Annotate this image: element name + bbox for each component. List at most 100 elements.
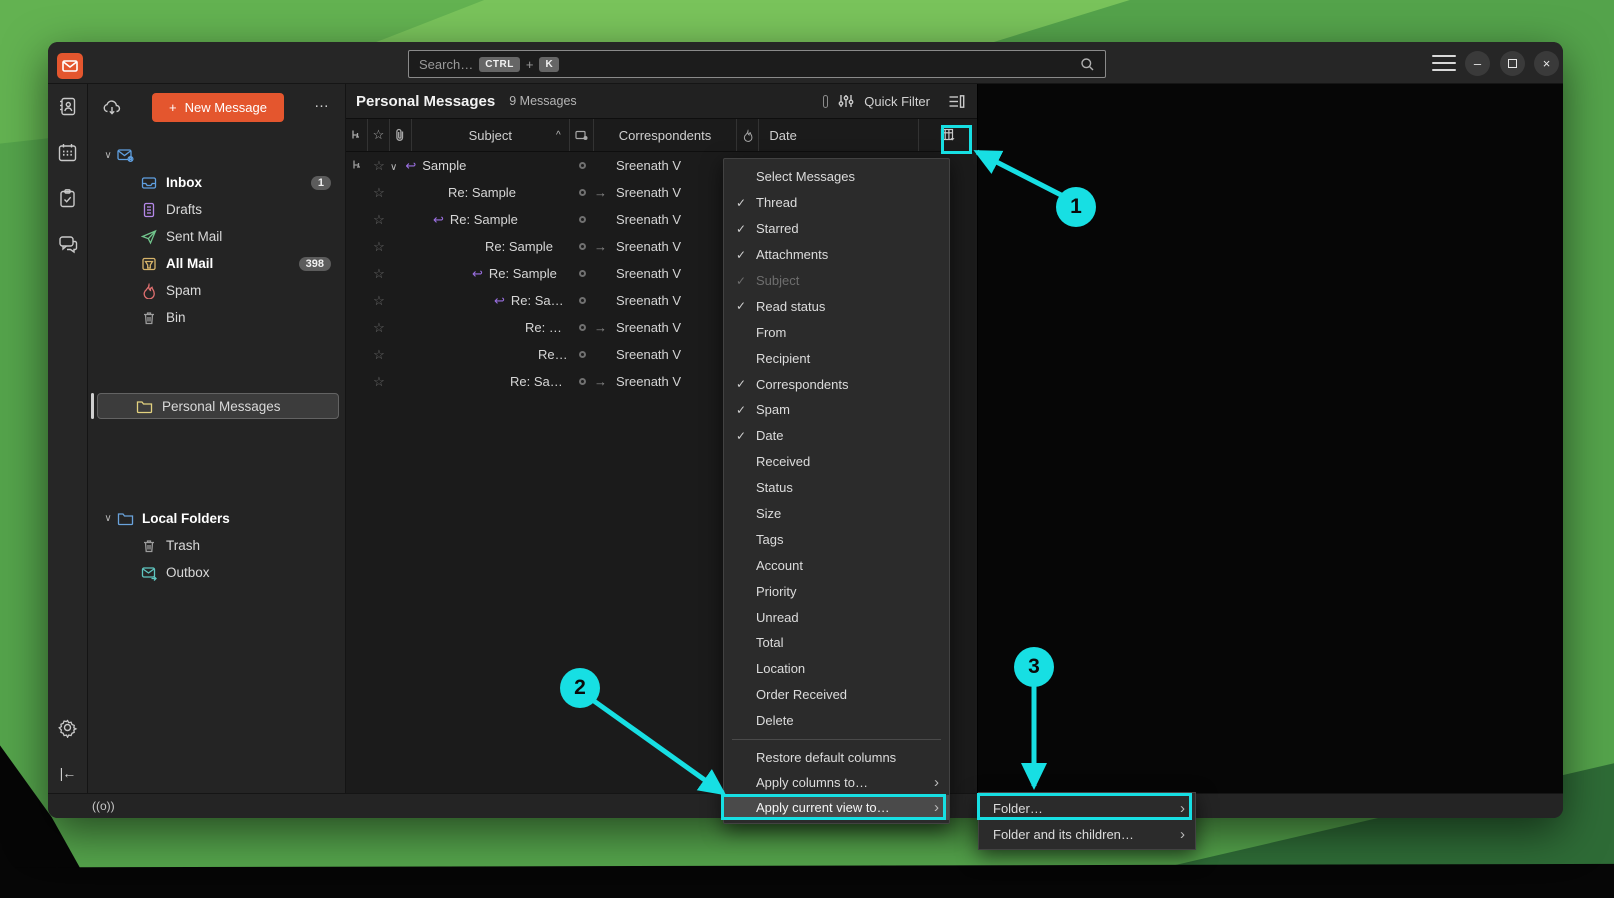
settings-gear-icon[interactable] xyxy=(56,715,80,739)
read-status-dot[interactable] xyxy=(570,189,594,196)
minimize-button[interactable]: – xyxy=(1465,51,1490,76)
thunderbird-logo-icon[interactable] xyxy=(57,53,83,79)
maximize-button[interactable] xyxy=(1500,51,1525,76)
menu-item[interactable]: ✓ Location xyxy=(724,656,949,682)
new-message-button[interactable]: + New Message xyxy=(152,93,284,122)
menu-item[interactable]: ✓ Attachments xyxy=(724,242,949,268)
address-book-icon[interactable] xyxy=(56,94,80,118)
menu-item[interactable]: ✓ Date xyxy=(724,423,949,449)
chevron-down-icon[interactable]: ∨ xyxy=(100,513,116,524)
folder-row-personal-messages-selected[interactable]: Personal Messages xyxy=(97,393,339,419)
star-icon[interactable]: ☆ xyxy=(368,266,390,282)
check-icon: ✓ xyxy=(736,196,756,210)
chat-icon[interactable] xyxy=(56,232,80,256)
menu-item[interactable]: ✓ Account xyxy=(724,552,949,578)
menu-item[interactable]: ✓ Tags xyxy=(724,526,949,552)
subject-cell: ∨↩Re: Sample xyxy=(390,239,570,254)
thread-column-icon[interactable] xyxy=(346,119,368,151)
read-status-dot[interactable] xyxy=(570,216,594,223)
menu-footer-item[interactable]: ✓ Apply columns to… › xyxy=(724,770,949,795)
read-status-dot[interactable] xyxy=(570,297,594,304)
submenu-item-label: Folder… xyxy=(991,801,1043,816)
selection-indicator xyxy=(91,393,94,419)
menu-item[interactable]: ✓ Status xyxy=(724,475,949,501)
menu-item[interactable]: ✓ Correspondents xyxy=(724,371,949,397)
correspondent-name: Sreenath V xyxy=(616,293,681,308)
read-status-dot[interactable] xyxy=(570,324,594,331)
folder-row-drafts[interactable]: Drafts xyxy=(88,196,345,223)
correspondents-column-header[interactable]: Correspondents xyxy=(594,119,738,151)
menu-item[interactable]: ✓ Subject xyxy=(724,268,949,294)
replied-icon: ↩ xyxy=(494,293,505,308)
submenu-item[interactable]: Folder… › xyxy=(979,795,1195,821)
collapse-spaces-icon[interactable]: |← xyxy=(56,761,80,785)
display-options-icon[interactable] xyxy=(948,94,965,109)
read-status-dot[interactable] xyxy=(570,270,594,277)
menu-item[interactable]: ✓ Size xyxy=(724,501,949,527)
starred-column-icon[interactable]: ☆ xyxy=(368,119,390,151)
correspondent-name: Sreenath V xyxy=(616,266,681,281)
menu-item[interactable]: ✓ Thread xyxy=(724,190,949,216)
read-status-dot[interactable] xyxy=(570,378,594,385)
folder-row-all-mail[interactable]: All Mail 398 xyxy=(88,250,345,277)
attachments-column-icon[interactable] xyxy=(390,119,412,151)
menu-footer-item[interactable]: ✓ Restore default columns › xyxy=(724,745,949,770)
menu-item[interactable]: ✓ Unread xyxy=(724,604,949,630)
date-column-header[interactable]: Date xyxy=(759,119,919,151)
menu-item-label: Starred xyxy=(756,221,799,236)
tasks-icon[interactable] xyxy=(56,186,80,210)
thread-expander-icon[interactable]: ∨ xyxy=(390,162,397,173)
chevron-down-icon[interactable]: ∨ xyxy=(100,150,116,161)
submenu-item-label: Folder and its children… xyxy=(991,827,1134,842)
star-icon[interactable]: ☆ xyxy=(368,347,390,363)
menu-item[interactable]: ✓ Total xyxy=(724,630,949,656)
star-icon[interactable]: ☆ xyxy=(368,293,390,309)
star-icon[interactable]: ☆ xyxy=(368,158,390,174)
folder-pane-options-icon[interactable]: … xyxy=(314,94,329,111)
read-status-dot[interactable] xyxy=(570,243,594,250)
folder-row-inbox[interactable]: Inbox 1 xyxy=(88,169,345,196)
menu-item[interactable]: ✓ From xyxy=(724,319,949,345)
header-handle-icon xyxy=(823,95,828,108)
folder-row-bin[interactable]: Bin xyxy=(88,304,345,331)
star-icon[interactable]: ☆ xyxy=(368,320,390,336)
menu-footer-item[interactable]: ✓ Apply current view to… › xyxy=(724,795,949,820)
star-icon[interactable]: ☆ xyxy=(368,185,390,201)
read-status-dot[interactable] xyxy=(570,162,594,169)
star-icon[interactable]: ☆ xyxy=(368,374,390,390)
app-menu-button[interactable] xyxy=(1432,55,1456,71)
quick-filter-icon[interactable] xyxy=(838,93,854,109)
menu-item[interactable]: ✓ Priority xyxy=(724,578,949,604)
subject-text: Re: Sample xyxy=(450,212,518,227)
close-button[interactable]: × xyxy=(1534,51,1559,76)
folder-row-outbox[interactable]: Outbox xyxy=(88,559,345,586)
menu-item-label: From xyxy=(756,325,786,340)
menu-item[interactable]: ✓ Starred xyxy=(724,216,949,242)
menu-item[interactable]: ✓ Recipient xyxy=(724,345,949,371)
subject-column-header[interactable]: Subject ^ xyxy=(412,119,570,151)
local-folders-root-row[interactable]: ∨ Local Folders xyxy=(88,505,345,532)
menu-item[interactable]: ✓ Delete xyxy=(724,708,949,734)
read-status-dot[interactable] xyxy=(570,351,594,358)
local-folders-tree: ∨ Local Folders Trash Outbox xyxy=(88,505,345,586)
spam-column-icon[interactable] xyxy=(737,119,759,151)
menu-item[interactable]: ✓ Received xyxy=(724,449,949,475)
account-root-row[interactable]: ∨ xyxy=(88,142,345,169)
folder-row-trash[interactable]: Trash xyxy=(88,532,345,559)
menu-item-label: Account xyxy=(756,558,803,573)
star-icon[interactable]: ☆ xyxy=(368,212,390,228)
quick-filter-label[interactable]: Quick Filter xyxy=(864,94,930,109)
read-status-column-icon[interactable] xyxy=(570,119,594,151)
global-search-input[interactable]: Search… CTRL + K xyxy=(408,50,1106,78)
menu-item[interactable]: ✓ Select Messages xyxy=(724,164,949,190)
folder-row-sent[interactable]: Sent Mail xyxy=(88,223,345,250)
folder-row-spam[interactable]: Spam xyxy=(88,277,345,304)
get-messages-icon[interactable] xyxy=(100,96,124,120)
menu-item[interactable]: ✓ Order Received xyxy=(724,682,949,708)
menu-item[interactable]: ✓ Read status xyxy=(724,293,949,319)
submenu-item[interactable]: Folder and its children… › xyxy=(979,821,1195,847)
star-icon[interactable]: ☆ xyxy=(368,239,390,255)
calendar-icon[interactable] xyxy=(56,140,80,164)
column-picker-button[interactable] xyxy=(919,119,977,151)
menu-item[interactable]: ✓ Spam xyxy=(724,397,949,423)
